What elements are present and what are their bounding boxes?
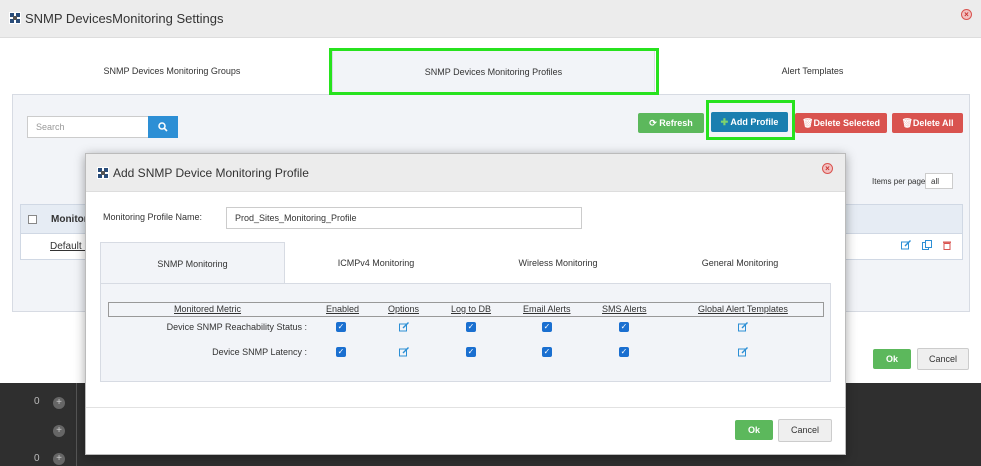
tab-general-monitoring[interactable]: General Monitoring (649, 242, 831, 284)
refresh-label: Refresh (659, 118, 693, 128)
search-icon (158, 122, 168, 132)
tab-wireless-monitoring[interactable]: Wireless Monitoring (467, 242, 649, 284)
edit-icon[interactable] (901, 240, 911, 250)
refresh-button[interactable]: ⟳ Refresh (638, 113, 704, 133)
sms-alerts-checkbox[interactable]: ✓ (619, 322, 629, 332)
refresh-icon: ⟳ (649, 118, 657, 128)
expand-icon[interactable]: + (53, 397, 65, 409)
window-titlebar: SNMP DevicesMonitoring Settings × (0, 0, 981, 38)
highlight-profiles-tab (329, 48, 659, 95)
header-monitored-metric: Monitored Metric (174, 304, 242, 314)
alert-templates-edit-icon[interactable] (738, 347, 748, 357)
tab-icmpv4-monitoring[interactable]: ICMPv4 Monitoring (285, 242, 467, 284)
close-icon[interactable]: × (822, 163, 833, 174)
alert-templates-edit-icon[interactable] (738, 322, 748, 332)
metric-label: Device SNMP Latency : (212, 347, 307, 357)
background-count: 0 (34, 396, 40, 407)
header-global-alert-templates: Global Alert Templates (698, 304, 788, 314)
delete-all-label: Delete All (912, 118, 954, 128)
items-per-page-select[interactable]: all (925, 173, 953, 189)
log-to-db-checkbox[interactable]: ✓ (466, 322, 476, 332)
dialog-titlebar: Add SNMP Device Monitoring Profile × (86, 154, 845, 192)
add-profile-dialog: Add SNMP Device Monitoring Profile × Mon… (85, 153, 846, 455)
network-icon (97, 167, 109, 179)
select-all-checkbox[interactable] (28, 215, 37, 224)
trash-icon: 🗑 (901, 118, 913, 128)
options-edit-icon[interactable] (399, 347, 409, 357)
trash-icon: 🗑 (802, 118, 814, 128)
network-icon (9, 12, 21, 24)
outer-cancel-button[interactable]: Cancel (917, 348, 969, 370)
enabled-checkbox[interactable]: ✓ (336, 322, 346, 332)
sms-alerts-checkbox[interactable]: ✓ (619, 347, 629, 357)
delete-icon[interactable] (942, 240, 952, 250)
outer-ok-button[interactable]: Ok (873, 349, 911, 369)
background-count: 0 (34, 453, 40, 464)
dialog-ok-button[interactable]: Ok (735, 420, 773, 440)
header-email-alerts: Email Alerts (523, 304, 571, 314)
email-alerts-checkbox[interactable]: ✓ (542, 322, 552, 332)
header-enabled: Enabled (326, 304, 360, 314)
tab-snmp-monitoring[interactable]: SNMP Monitoring (100, 242, 285, 284)
items-per-page-label: Items per page (872, 177, 926, 186)
close-icon[interactable]: × (961, 9, 972, 20)
metrics-grid-header: Monitored Metric Enabled Options Log to … (108, 302, 824, 317)
delete-selected-button[interactable]: 🗑Delete Selected (795, 113, 887, 133)
dialog-title: Add SNMP Device Monitoring Profile (113, 166, 309, 180)
profile-name-label: Monitoring Profile Name: (103, 212, 203, 222)
enabled-checkbox[interactable]: ✓ (336, 347, 346, 357)
metric-label: Device SNMP Reachability Status : (166, 322, 307, 332)
expand-icon[interactable]: + (53, 453, 65, 465)
column-divider (76, 383, 77, 466)
profile-name-input[interactable]: Prod_Sites_Monitoring_Profile (226, 207, 582, 229)
search-button[interactable] (148, 116, 178, 138)
delete-all-button[interactable]: 🗑Delete All (892, 113, 963, 133)
window-title: SNMP DevicesMonitoring Settings (25, 11, 224, 26)
dialog-footer-divider (86, 407, 845, 408)
expand-icon[interactable]: + (53, 425, 65, 437)
snmp-monitoring-panel (100, 283, 831, 382)
tab-monitoring-groups[interactable]: SNMP Devices Monitoring Groups (12, 48, 332, 94)
copy-icon[interactable] (922, 240, 932, 250)
dialog-cancel-button[interactable]: Cancel (778, 419, 832, 442)
tab-alert-templates[interactable]: Alert Templates (655, 48, 970, 94)
email-alerts-checkbox[interactable]: ✓ (542, 347, 552, 357)
options-edit-icon[interactable] (399, 322, 409, 332)
header-options: Options (388, 304, 420, 314)
search-input[interactable]: Search (27, 116, 149, 138)
header-sms-alerts: SMS Alerts (602, 304, 647, 314)
log-to-db-checkbox[interactable]: ✓ (466, 347, 476, 357)
highlight-add-profile (706, 100, 795, 140)
header-log-to-db: Log to DB (451, 304, 492, 314)
delete-selected-label: Delete Selected (813, 118, 880, 128)
